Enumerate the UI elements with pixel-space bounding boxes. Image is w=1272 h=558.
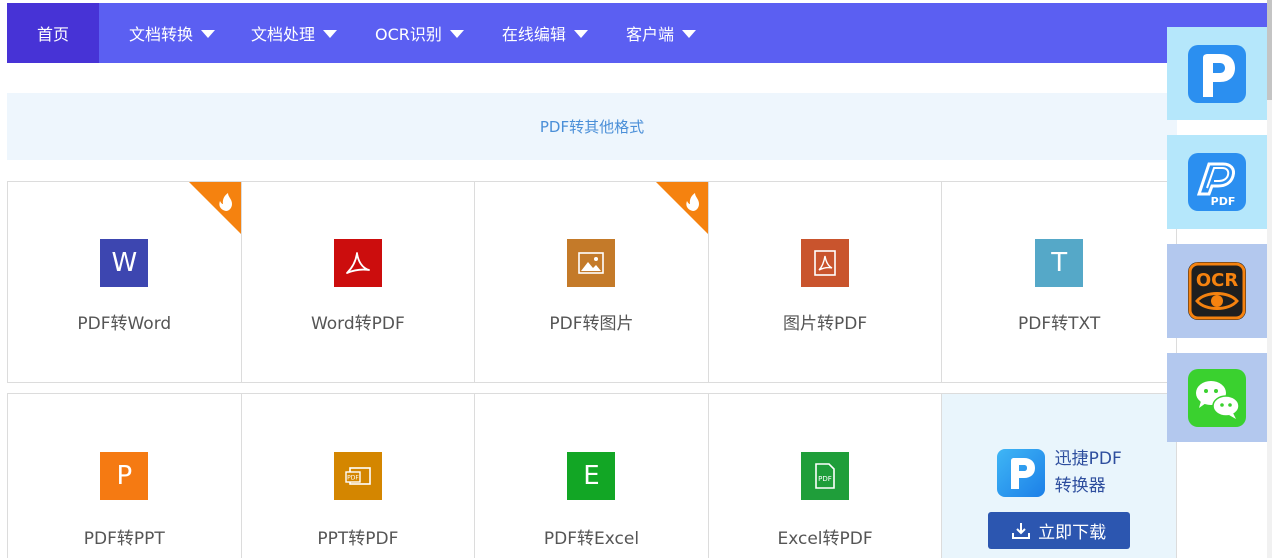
- excel-icon: E: [567, 452, 616, 500]
- ppt-glyph: P: [116, 461, 133, 491]
- download-button[interactable]: 立即下载: [988, 512, 1131, 549]
- side-app-xunjie-pdf[interactable]: [1167, 27, 1267, 120]
- side-app-ocr[interactable]: OCR: [1167, 244, 1267, 338]
- nav-label: 文档转换: [129, 25, 194, 44]
- promo-name-line1: 迅捷PDF: [1054, 449, 1122, 469]
- hot-flame-icon: [655, 182, 708, 234]
- image-icon: [567, 239, 616, 287]
- pdf-badge: PDF: [1211, 195, 1236, 208]
- nav-label: 客户端: [625, 25, 674, 44]
- caret-down-icon: [323, 30, 338, 38]
- scrollbar-thumb[interactable]: [1267, 0, 1272, 100]
- text-icon: T: [1035, 239, 1084, 287]
- tool-excel-to-pdf[interactable]: PDF Excel转PDF: [709, 394, 943, 558]
- nav-label: OCR识别: [375, 25, 442, 44]
- tool-label: Word转PDF: [310, 314, 405, 334]
- nav-home[interactable]: 首页: [7, 3, 99, 63]
- tool-pdf-to-ppt[interactable]: P PDF转PPT: [8, 394, 242, 558]
- promo-name: 迅捷PDF 转换器: [1055, 446, 1122, 500]
- nav-doc-convert[interactable]: 文档转换: [129, 3, 216, 63]
- caret-down-icon: [449, 30, 464, 38]
- tool-grid-row-2: P PDF转PPT PDF PPT转PDF E PDF转Excel PDF Ex…: [7, 393, 1177, 558]
- side-wechat[interactable]: [1167, 353, 1267, 442]
- ocr-app-icon: OCR: [1188, 262, 1246, 320]
- tool-image-to-pdf[interactable]: 图片转PDF: [709, 182, 943, 382]
- acrobat-icon: [333, 239, 382, 287]
- tool-pdf-to-word[interactable]: W PDF转Word: [8, 182, 242, 382]
- nav-label: 文档处理: [251, 25, 316, 44]
- tool-pdf-to-image[interactable]: PDF转图片: [475, 182, 709, 382]
- scrollbar[interactable]: [1267, 0, 1272, 558]
- section-header: PDF转其他格式: [7, 93, 1177, 160]
- tool-grid-row-1: W PDF转Word Word转PDF PDF转图片 图片转PDF T PDF转…: [7, 181, 1177, 383]
- svg-text:PDF: PDF: [347, 475, 359, 482]
- nav-online-edit[interactable]: 在线编辑: [502, 3, 588, 63]
- svg-text:PDF: PDF: [818, 475, 832, 483]
- download-icon: [1012, 522, 1031, 539]
- tool-ppt-to-pdf[interactable]: PDF PPT转PDF: [242, 394, 476, 558]
- acrobat-icon: [801, 239, 850, 287]
- tool-word-to-pdf[interactable]: Word转PDF: [242, 182, 476, 382]
- section-title: PDF转其他格式: [539, 118, 645, 136]
- word-glyph: W: [111, 248, 138, 278]
- pdf-slide-icon: PDF: [333, 452, 382, 500]
- excel-glyph: E: [583, 461, 600, 491]
- tool-label: PDF转PPT: [83, 529, 165, 549]
- side-app-pdf-editor[interactable]: PDF: [1167, 135, 1267, 229]
- tool-label: PDF转Word: [77, 314, 172, 334]
- nav-ocr[interactable]: OCR识别: [375, 3, 464, 63]
- tool-pdf-to-txt[interactable]: T PDF转TXT: [942, 182, 1176, 382]
- xunjie-pdf-app-icon: [1188, 44, 1246, 103]
- tool-pdf-to-excel[interactable]: E PDF转Excel: [475, 394, 709, 558]
- text-glyph: T: [1051, 248, 1068, 278]
- tool-label: PPT转PDF: [317, 529, 399, 549]
- nav-doc-process[interactable]: 文档处理: [251, 3, 338, 63]
- caret-down-icon: [201, 30, 216, 38]
- ocr-badge: OCR: [1196, 270, 1239, 291]
- tool-label: PDF转TXT: [1018, 314, 1101, 334]
- promo-name-line2: 转换器: [1054, 476, 1106, 496]
- pdf-editor-app-icon: PDF: [1188, 153, 1246, 211]
- xunjie-pdf-logo-icon: [996, 449, 1045, 497]
- caret-down-icon: [573, 30, 588, 38]
- tool-label: PDF转Excel: [543, 529, 640, 549]
- nav-label: 在线编辑: [501, 25, 566, 44]
- tool-label: Excel转PDF: [777, 529, 873, 549]
- word-icon: W: [100, 239, 149, 287]
- download-label: 立即下载: [1038, 523, 1107, 543]
- wechat-icon: [1188, 368, 1246, 427]
- pdf-file-icon: PDF: [801, 452, 850, 500]
- powerpoint-icon: P: [100, 452, 149, 500]
- promo-card: 迅捷PDF 转换器 立即下载: [942, 394, 1176, 558]
- hot-flame-icon: [188, 182, 241, 234]
- main-nav: 首页 文档转换 文档处理 OCR识别 在线编辑 客户端: [7, 3, 1267, 63]
- tool-label: PDF转图片: [549, 314, 634, 334]
- nav-client[interactable]: 客户端: [626, 3, 696, 63]
- tool-label: 图片转PDF: [783, 314, 868, 334]
- promo-brand: 迅捷PDF 转换器: [996, 446, 1122, 500]
- caret-down-icon: [681, 30, 696, 38]
